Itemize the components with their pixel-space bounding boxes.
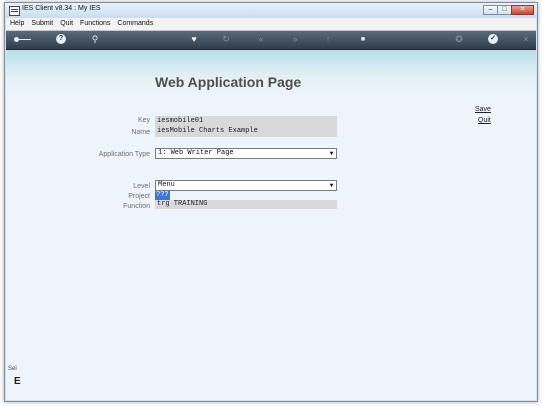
heart-icon[interactable]: ♥ [187,33,201,46]
forward-icon[interactable]: » [288,33,302,46]
project-input[interactable]: ??? [155,191,170,200]
level-select[interactable]: Menu ▼ [155,180,337,191]
refresh-icon[interactable]: ↻ [219,33,233,46]
minimize-button[interactable]: – [483,5,498,15]
level-value: Menu [158,181,175,189]
function-field: trg TRAINING [155,200,337,209]
menu-functions[interactable]: Functions [76,18,113,30]
menu-help[interactable]: Help [6,18,27,30]
chevron-down-icon: ▼ [329,150,334,157]
menu-quit[interactable]: Quit [56,18,76,30]
application-type-value: 1: Web Writer Page [158,149,234,157]
toolbar: ? ⚲ ♥ ↻ « » ↑ ■ ✪ ✓ × [6,31,536,50]
title-bar: IES Client v8.34 : My IES – □ ✕ [5,3,537,18]
menu-bar: Help Submit Quit Functions Commands [6,18,536,31]
upload-icon[interactable]: ↑ [321,33,335,46]
application-type-select[interactable]: 1: Web Writer Page ▼ [155,148,337,159]
window-controls: – □ ✕ [483,5,534,16]
back-icon[interactable]: « [254,33,268,46]
stop-icon[interactable]: ■ [356,33,370,46]
level-label: Level [133,183,150,190]
window-title: IES Client v8.34 : My IES [22,5,101,12]
menu-commands[interactable]: Commands [113,18,156,30]
help-icon[interactable]: ? [54,33,68,46]
project-label: Project [128,193,150,200]
maximize-button[interactable]: □ [497,5,512,15]
key-field: iesmobile01 [155,116,337,126]
chevron-down-icon: ▼ [329,182,334,189]
menu-submit[interactable]: Submit [27,18,56,30]
key-label: Key [137,117,150,124]
app-icon [9,6,20,16]
page-title: Web Application Page [155,74,302,90]
application-type-label: Application Type [98,151,150,158]
close-icon[interactable]: × [519,33,533,46]
key-icon[interactable] [14,33,34,46]
side-text: Sei [8,366,17,372]
name-label: Name [131,129,150,136]
search-icon[interactable]: ⚲ [88,33,102,46]
function-label: Function [123,203,150,210]
save-link[interactable]: Save [475,106,491,113]
confirm-icon[interactable]: ✓ [486,33,500,46]
name-field: iesMobile Charts Example [155,126,337,137]
close-window-button[interactable]: ✕ [511,5,534,15]
settings-icon[interactable]: ✪ [452,33,466,46]
quit-link[interactable]: Quit [478,117,491,124]
side-glyph: E [14,376,21,387]
app-window: IES Client v8.34 : My IES – □ ✕ Help Sub… [4,2,538,402]
main-content: Web Application Page Save Quit Key iesmo… [6,50,536,400]
